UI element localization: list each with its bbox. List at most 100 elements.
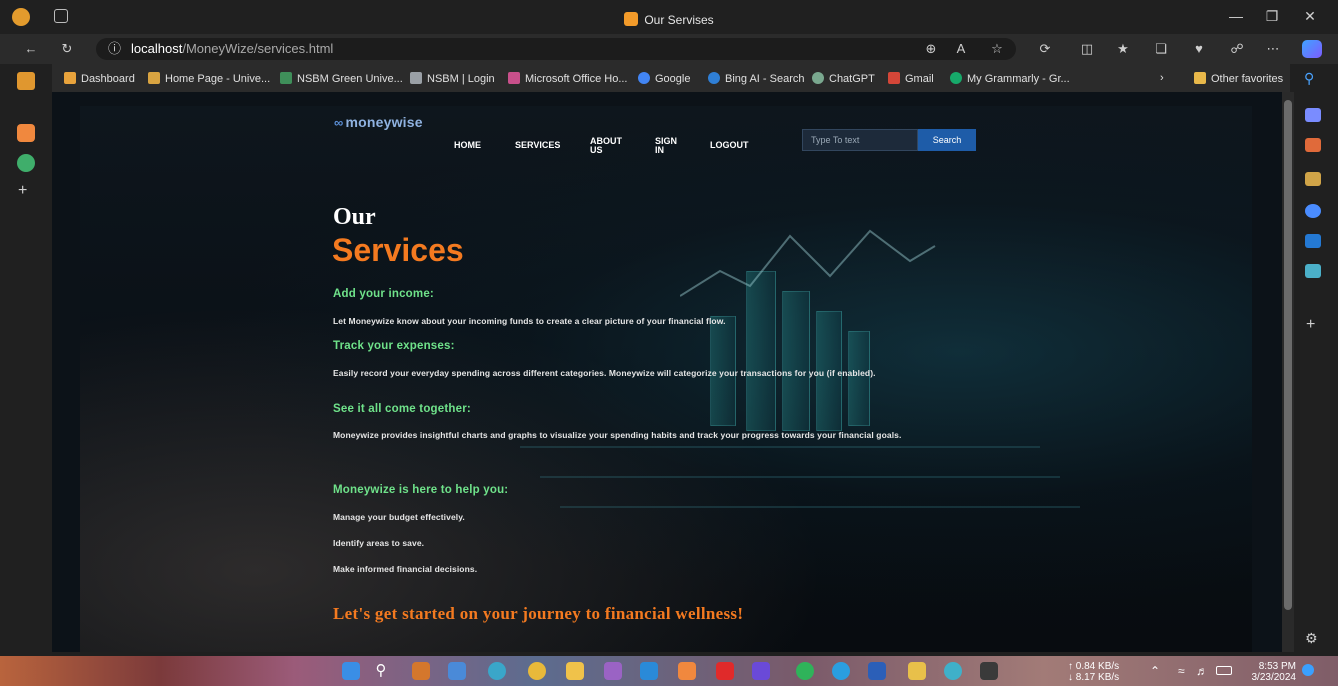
favorite-grammarly[interactable]: My Grammarly - Gr... — [950, 72, 1070, 85]
address-bar[interactable]: ⓘ localhost/MoneyWize/services.html — [96, 38, 1016, 60]
taskbar-app-icon[interactable] — [488, 662, 506, 680]
taskbar-youtube-icon[interactable] — [716, 662, 734, 680]
browser-title-bar: Our Servises — ❐ ✕ — [0, 0, 1338, 34]
taskbar-app-icon[interactable] — [604, 662, 622, 680]
hero-background — [80, 106, 1252, 652]
vertical-tabs-strip: + — [0, 64, 52, 656]
section-title-expenses: Track your expenses: — [333, 340, 455, 352]
favorite-chatgpt[interactable]: ChatGPT — [812, 72, 875, 85]
nav-logout-link[interactable]: LOGOUT — [710, 141, 749, 150]
help-item: Identify areas to save. — [333, 538, 425, 548]
taskbar-media-icon[interactable] — [752, 662, 770, 680]
zoom-icon[interactable]: ⊕ — [922, 40, 940, 58]
sidebar-outlook-icon[interactable] — [1305, 234, 1321, 248]
taskbar-edge-icon[interactable] — [944, 662, 962, 680]
sidebar-people-icon[interactable] — [1305, 172, 1321, 186]
site-favicon — [624, 12, 639, 26]
search-button[interactable]: Search — [918, 129, 976, 151]
favorite-home-page[interactable]: Home Page - Unive... — [148, 72, 270, 85]
tab-icon-1[interactable] — [17, 72, 35, 90]
new-tab-plus-icon[interactable]: + — [18, 182, 27, 200]
search-input[interactable] — [802, 129, 918, 151]
taskbar-search-icon[interactable]: ⚲ — [372, 662, 390, 680]
sidebar-tools-icon[interactable] — [1305, 138, 1321, 152]
sidebar-copilot-icon[interactable] — [1305, 204, 1321, 218]
read-aloud-icon[interactable]: A — [952, 40, 970, 58]
tab-icon-2[interactable] — [17, 124, 35, 142]
decorative-trend-line — [680, 229, 936, 297]
taskbar-explorer-icon[interactable] — [566, 662, 584, 680]
favorites-overflow-chevron-icon[interactable]: › — [1160, 72, 1164, 84]
favorite-nsbm-green[interactable]: NSBM Green Unive... — [280, 72, 403, 85]
tab-icon-3[interactable] — [17, 154, 35, 172]
favorite-gmail[interactable]: Gmail — [888, 72, 934, 85]
network-speed: ↑ 0.84 KB/s ↓ 8.17 KB/s — [1068, 661, 1120, 683]
url-path: /MoneyWize/services.html — [182, 41, 334, 56]
taskbar-whatsapp-icon[interactable] — [796, 662, 814, 680]
collections-icon[interactable]: ❏ — [1152, 40, 1170, 58]
taskbar-word-icon[interactable] — [868, 662, 886, 680]
favorite-nsbm-login[interactable]: NSBM | Login — [410, 72, 495, 85]
clock[interactable]: 8:53 PM 3/23/2024 — [1244, 661, 1297, 683]
section-text-income: Let Moneywize know about your incoming f… — [333, 316, 726, 326]
close-button[interactable]: ✕ — [1300, 8, 1320, 26]
tray-overflow-chevron-icon[interactable]: ⌃ — [1150, 664, 1160, 678]
sidebar-settings-gear-icon[interactable]: ⚙ — [1305, 630, 1318, 647]
help-item: Make informed financial decisions. — [333, 564, 478, 574]
web-page-viewport: ∞ moneywise HOME SERVICES ABOUT US SIGN I… — [52, 92, 1282, 652]
back-arrow-icon[interactable]: ← — [22, 40, 40, 58]
sidebar-add-icon[interactable]: + — [1306, 316, 1315, 334]
refresh-icon[interactable]: ↻ — [58, 40, 76, 58]
sidebar-shopping-icon[interactable] — [1305, 108, 1321, 122]
decorative-bar — [848, 331, 870, 426]
other-favorites-folder[interactable]: Other favorites — [1194, 72, 1283, 85]
performance-icon[interactable]: ♥ — [1190, 40, 1208, 58]
battery-icon[interactable] — [1216, 666, 1232, 675]
copilot-icon[interactable] — [1302, 40, 1322, 58]
nav-home-link[interactable]: HOME — [454, 141, 481, 150]
minimize-button[interactable]: — — [1226, 8, 1246, 26]
favorite-star-icon[interactable]: ☆ — [988, 40, 1006, 58]
sidebar-send-icon[interactable] — [1305, 264, 1321, 278]
nav-signin-link[interactable]: SIGN IN — [655, 137, 677, 155]
taskbar-telegram-icon[interactable] — [832, 662, 850, 680]
taskbar-vscode-icon[interactable] — [640, 662, 658, 680]
more-menu-icon[interactable]: ⋯ — [1264, 40, 1282, 58]
share-icon[interactable]: ☍ — [1228, 40, 1246, 58]
section-text-together: Moneywize provides insightful charts and… — [333, 430, 902, 440]
help-item: Manage your budget effectively. — [333, 512, 465, 522]
page-scrollbar-thumb[interactable] — [1284, 100, 1292, 610]
taskbar-app-icon[interactable] — [908, 662, 926, 680]
sidebar-search-icon[interactable]: ⚲ — [1304, 70, 1314, 87]
favorites-icon[interactable]: ★ — [1114, 40, 1132, 58]
nav-services-link[interactable]: SERVICES — [515, 141, 560, 150]
taskbar-chrome-icon[interactable] — [528, 662, 546, 680]
favorite-microsoft-office[interactable]: Microsoft Office Ho... — [508, 72, 628, 85]
taskbar-notepad-icon[interactable] — [448, 662, 466, 680]
taskbar-terminal-icon[interactable] — [980, 662, 998, 680]
decorative-bar — [782, 291, 810, 431]
section-title-together: See it all come together: — [333, 403, 471, 415]
taskbar-xampp-icon[interactable] — [678, 662, 696, 680]
info-icon[interactable]: ⓘ — [108, 41, 121, 56]
section-title-income: Add your income: — [333, 288, 434, 300]
favorite-dashboard[interactable]: Dashboard — [64, 72, 135, 85]
taskbar-app-icon[interactable] — [412, 662, 430, 680]
url-host: localhost — [131, 41, 183, 56]
extension-icon[interactable]: ⟳ — [1036, 40, 1054, 58]
start-button-icon[interactable] — [342, 662, 360, 680]
notification-bell-icon[interactable] — [1302, 664, 1314, 676]
favorites-bar: Dashboard Home Page - Unive... NSBM Gree… — [52, 64, 1290, 92]
tab-title: Our Servises — [0, 12, 1338, 27]
volume-icon[interactable]: ♬ — [1196, 664, 1208, 678]
site-logo[interactable]: ∞ moneywise — [334, 114, 423, 130]
split-screen-icon[interactable]: ◫ — [1078, 40, 1096, 58]
restore-button[interactable]: ❐ — [1262, 8, 1282, 26]
nav-about-link[interactable]: ABOUT US — [590, 137, 622, 155]
favorite-google[interactable]: Google — [638, 72, 690, 85]
section-text-expenses: Easily record your everyday spending acr… — [333, 368, 876, 378]
call-to-action-text: Let's get started on your journey to fin… — [333, 604, 744, 623]
favorite-bing-ai[interactable]: Bing AI - Search — [708, 72, 805, 85]
help-title: Moneywize is here to help you: — [333, 484, 509, 496]
wifi-icon[interactable]: ≈ — [1178, 664, 1185, 678]
